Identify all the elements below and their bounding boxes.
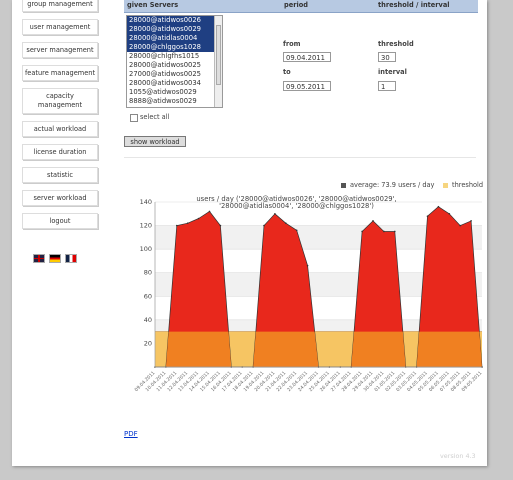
server-option[interactable]: 28000@chlggos1028 (127, 43, 222, 52)
nav-user-management[interactable]: user management (22, 19, 98, 35)
nav-label: logout (49, 217, 71, 225)
select-all-checkbox[interactable] (130, 114, 138, 122)
nav-logout[interactable]: logout (22, 213, 98, 229)
nav-actual-workload[interactable]: actual workload (22, 121, 98, 137)
version-text: version 4.3 (440, 452, 476, 460)
server-option[interactable]: 1055@atidwos0029 (127, 88, 222, 97)
threshold-input[interactable]: 30 (378, 52, 396, 62)
server-option[interactable]: 28000@atidwos0029 (127, 25, 222, 34)
server-option[interactable]: 28000@chlgfhs1015 (127, 52, 222, 61)
show-workload-button[interactable]: show workload (124, 136, 186, 147)
nav-label: capacity management (37, 92, 83, 109)
nav-feature-management[interactable]: feature management (22, 65, 98, 81)
legend-threshold: threshold (443, 181, 483, 189)
server-option[interactable]: 28000@atidlas0004 (127, 34, 222, 43)
form-header: given Servers period threshold / interva… (124, 0, 478, 13)
nav-statistic[interactable]: statistic (22, 167, 98, 183)
flag-french-icon[interactable] (65, 254, 77, 263)
nav-label: feature management (24, 69, 96, 77)
pdf-link[interactable]: PDF (124, 430, 138, 438)
nav-capacity-management[interactable]: capacity management (22, 88, 98, 114)
nav-group-management[interactable]: group management (22, 0, 98, 12)
header-servers: given Servers (127, 1, 179, 9)
divider (124, 157, 476, 158)
server-option[interactable]: 8888@atidwos0029 (127, 97, 222, 106)
nav-label: license duration (33, 148, 87, 156)
legend-threshold-text: threshold (452, 181, 484, 189)
nav-label: group management (27, 0, 93, 8)
from-label: from (283, 40, 301, 48)
to-date-input[interactable]: 09.05.2011 (283, 81, 331, 91)
legend-threshold-swatch (443, 182, 448, 188)
flag-english-icon[interactable] (33, 254, 45, 263)
threshold-label: threshold (378, 40, 414, 48)
nav-label: statistic (47, 171, 73, 179)
from-date-input[interactable]: 09.04.2011 (283, 52, 331, 62)
nav-server-workload[interactable]: server workload (22, 190, 98, 206)
legend-average-text: average: 73.9 users / day (350, 181, 435, 189)
language-flags (33, 254, 77, 263)
server-option[interactable]: 27000@atidwos0025 (127, 70, 222, 79)
nav-server-management[interactable]: server management (22, 42, 98, 58)
nav-label: server workload (33, 194, 87, 202)
interval-label: interval (378, 68, 407, 76)
scrollbar-thumb[interactable] (216, 25, 221, 85)
interval-input[interactable]: 1 (378, 81, 396, 91)
legend-average-swatch (341, 182, 346, 188)
server-option[interactable]: 28000@atidwos0034 (127, 79, 222, 88)
nav-label: user management (29, 23, 91, 31)
header-threshold: threshold / interval (378, 1, 450, 9)
nav-label: server management (26, 46, 94, 54)
nav-license-duration[interactable]: license duration (22, 144, 98, 160)
select-all-label: select all (140, 113, 170, 121)
server-option[interactable]: 28000@atidwos0025 (127, 61, 222, 70)
flag-german-icon[interactable] (49, 254, 61, 263)
server-listbox[interactable]: 28000@atidwos0026 28000@atidwos0029 28000@… (126, 15, 223, 108)
server-option[interactable]: 28000@atidwos0026 (127, 16, 222, 25)
sidebar: group management user management server … (22, 0, 98, 236)
header-period: period (284, 1, 308, 9)
legend-average: average: 73.9 users / day (341, 181, 434, 189)
nav-label: actual workload (33, 125, 87, 133)
listbox-scrollbar[interactable] (214, 16, 222, 107)
to-label: to (283, 68, 291, 76)
